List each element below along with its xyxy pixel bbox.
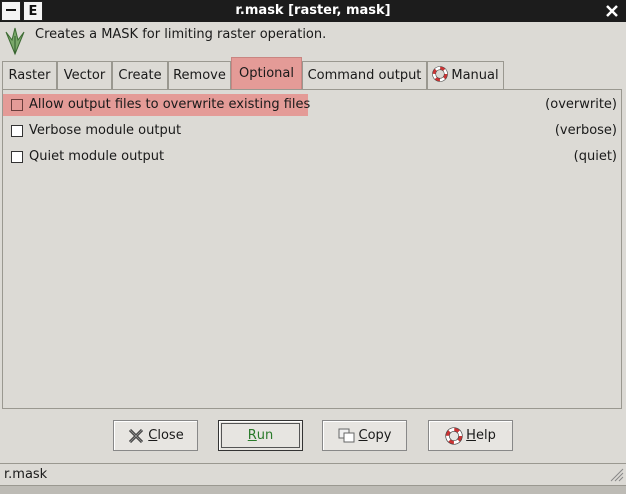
close-x-icon (127, 427, 145, 445)
tab-manual[interactable]: Manual (427, 61, 504, 89)
tab-command-output[interactable]: Command output (302, 61, 427, 89)
status-bar: r.mask (0, 463, 626, 485)
lifebuoy-icon (432, 65, 449, 86)
tab-manual-label: Manual (451, 68, 499, 83)
status-text: r.mask (4, 467, 48, 482)
close-button-label: Close (148, 428, 184, 443)
overwrite-flag: (overwrite) (545, 97, 617, 112)
option-verbose-row[interactable]: Verbose module output (verbose) (3, 120, 621, 142)
title-bar: E r.mask [raster, mask] (0, 0, 626, 22)
close-button[interactable]: Close (113, 420, 198, 451)
option-overwrite-row[interactable]: Allow output files to overwrite existing… (3, 94, 621, 116)
run-button[interactable]: Run (218, 420, 303, 451)
tab-bar: Raster Vector Create Remove Optional Com… (0, 57, 626, 89)
optional-panel: Allow output files to overwrite existing… (2, 89, 622, 409)
verbose-checkbox[interactable] (11, 125, 23, 137)
grass-logo-icon (5, 27, 25, 56)
bottom-strip (0, 485, 626, 494)
quiet-flag: (quiet) (573, 149, 617, 164)
close-icon (606, 5, 618, 17)
overwrite-label[interactable]: Allow output files to overwrite existing… (29, 97, 310, 112)
tab-optional[interactable]: Optional (231, 57, 302, 89)
tab-remove[interactable]: Remove (168, 61, 231, 89)
module-description: Creates a MASK for limiting raster opera… (0, 22, 626, 60)
tab-vector[interactable]: Vector (57, 61, 112, 89)
help-button-label: Help (466, 428, 496, 443)
tab-create[interactable]: Create (112, 61, 168, 89)
run-button-label: Run (221, 423, 300, 448)
overwrite-checkbox[interactable] (11, 99, 23, 111)
help-lifebuoy-icon (445, 426, 463, 445)
help-button[interactable]: Help (428, 420, 513, 451)
tab-raster[interactable]: Raster (2, 61, 57, 89)
option-quiet-row[interactable]: Quiet module output (quiet) (3, 146, 621, 168)
verbose-flag: (verbose) (554, 123, 617, 138)
description-text: Creates a MASK for limiting raster opera… (35, 27, 327, 42)
copy-button-label: Copy (358, 428, 392, 443)
quiet-label[interactable]: Quiet module output (29, 149, 164, 164)
copy-icon (338, 428, 356, 444)
window-title: r.mask [raster, mask] (235, 3, 391, 18)
quiet-checkbox[interactable] (11, 151, 23, 163)
copy-button[interactable]: Copy (322, 420, 407, 451)
window-close-button[interactable] (602, 1, 622, 21)
verbose-label[interactable]: Verbose module output (29, 123, 181, 138)
resize-grip-icon[interactable] (610, 468, 624, 482)
